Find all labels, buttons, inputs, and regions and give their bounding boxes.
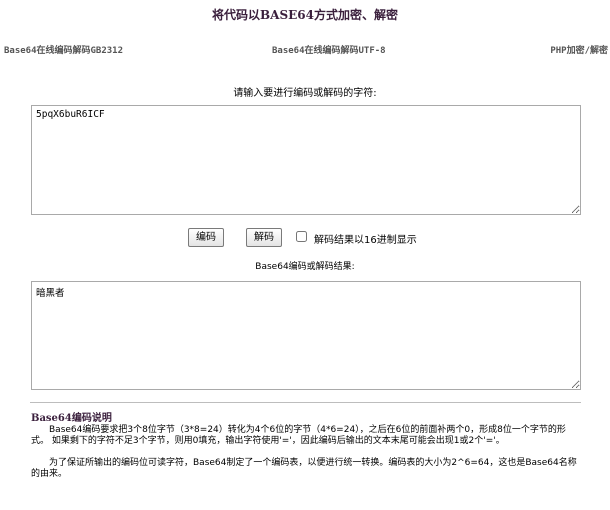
action-controls: 编码 解码 解码结果以16进制显示 [0, 228, 610, 248]
encode-button[interactable]: 编码 [188, 228, 224, 247]
input-prompt: 请输入要进行编码或解码的字符: [233, 88, 377, 99]
source-text-input[interactable] [31, 105, 581, 215]
nav-bar: Base64在线编码解码GB2312 Base64在线编码解码UTF-8 PHP… [0, 43, 610, 57]
description-section: Base64编码说明 Base64编码要求把3个8位字节（3*8=24）转化为4… [31, 412, 583, 480]
hex-output-label: 解码结果以16进制显示 [314, 235, 417, 246]
result-text-output[interactable] [31, 281, 581, 390]
description-paragraph-1: Base64编码要求把3个8位字节（3*8=24）转化为4个6位的字节（4*6=… [31, 425, 566, 446]
description-paragraph-2: 为了保证所输出的编码位可读字符，Base64制定了一个编码表，以便进行统一转换。… [31, 458, 577, 479]
result-label: Base64编码或解码结果: [255, 262, 355, 272]
page-title: 将代码以BASE64方式加密、解密 [212, 8, 398, 22]
hex-output-checkbox[interactable] [296, 231, 307, 242]
description-title: Base64编码说明 [31, 413, 112, 424]
section-divider [30, 402, 581, 403]
nav-link-php[interactable]: PHP加密/解密 [550, 43, 608, 56]
nav-link-gb2312[interactable]: Base64在线编码解码GB2312 [4, 43, 123, 56]
nav-link-utf8[interactable]: Base64在线编码解码UTF-8 [272, 43, 386, 56]
decode-button[interactable]: 解码 [246, 228, 282, 247]
